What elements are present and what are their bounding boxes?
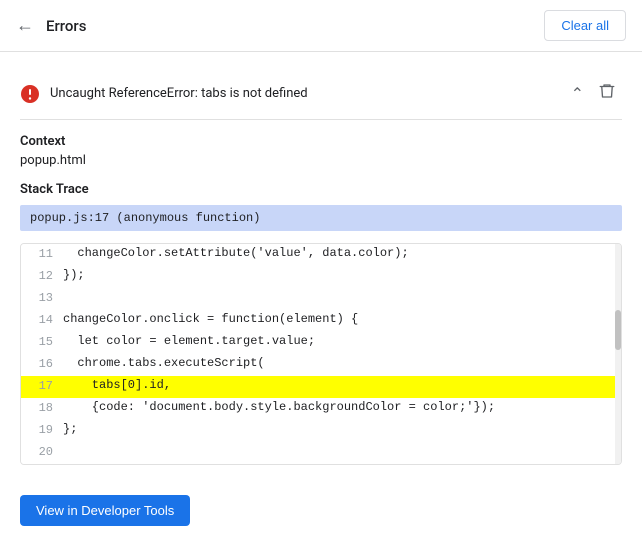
- error-item: Uncaught ReferenceError: tabs is not def…: [20, 68, 622, 120]
- stack-trace-section: Stack Trace popup.js:17 (anonymous funct…: [20, 182, 622, 231]
- line-number: 13: [29, 290, 53, 305]
- code-line: 18 {code: 'document.body.style.backgroun…: [21, 398, 621, 420]
- line-number: 14: [29, 312, 53, 327]
- delete-button[interactable]: [592, 80, 622, 107]
- line-number: 16: [29, 356, 53, 371]
- back-button[interactable]: ←: [16, 15, 34, 36]
- clear-all-button[interactable]: Clear all: [544, 10, 626, 41]
- code-line: 20: [21, 442, 621, 464]
- error-item-left: Uncaught ReferenceError: tabs is not def…: [20, 84, 571, 104]
- line-number: 20: [29, 444, 53, 459]
- context-value: popup.html: [20, 153, 622, 168]
- scrollbar[interactable]: [615, 244, 621, 464]
- content-area: Uncaught ReferenceError: tabs is not def…: [0, 52, 642, 481]
- scrollbar-thumb: [615, 310, 621, 350]
- error-item-right: ⌃: [571, 80, 622, 107]
- code-line: 17 tabs[0].id,: [21, 376, 621, 398]
- code-line: 14 changeColor.onclick = function(element…: [21, 310, 621, 332]
- line-content: changeColor.onclick = function(element) …: [63, 312, 358, 326]
- trash-icon: [598, 82, 616, 100]
- code-line: 19};: [21, 420, 621, 442]
- footer: View in Developer Tools: [0, 481, 642, 540]
- line-number: 12: [29, 268, 53, 283]
- header: ← Errors Clear all: [0, 0, 642, 52]
- error-message: Uncaught ReferenceError: tabs is not def…: [50, 86, 308, 101]
- line-content: };: [63, 422, 77, 436]
- code-lines: 11 changeColor.setAttribute('value', dat…: [21, 244, 621, 464]
- header-left: ← Errors: [16, 15, 86, 36]
- context-label: Context: [20, 134, 622, 149]
- line-content: });: [63, 268, 85, 282]
- page-title: Errors: [46, 17, 86, 35]
- code-line: 16 chrome.tabs.executeScript(: [21, 354, 621, 376]
- stack-trace-line: popup.js:17 (anonymous function): [20, 205, 622, 231]
- code-line: 15 let color = element.target.value;: [21, 332, 621, 354]
- code-line: 11 changeColor.setAttribute('value', dat…: [21, 244, 621, 266]
- context-section: Context popup.html: [20, 134, 622, 168]
- line-number: 11: [29, 246, 53, 261]
- line-number: 18: [29, 400, 53, 415]
- line-number: 17: [29, 378, 53, 393]
- line-content: changeColor.setAttribute('value', data.c…: [63, 246, 409, 260]
- collapse-button[interactable]: ⌃: [571, 84, 584, 103]
- line-number: 19: [29, 422, 53, 437]
- line-content: tabs[0].id,: [63, 378, 171, 392]
- error-icon: [20, 84, 40, 104]
- line-content: {code: 'document.body.style.backgroundCo…: [63, 400, 495, 414]
- line-number: 15: [29, 334, 53, 349]
- code-line: 13: [21, 288, 621, 310]
- view-devtools-button[interactable]: View in Developer Tools: [20, 495, 190, 526]
- line-content: let color = element.target.value;: [63, 334, 315, 348]
- stack-trace-label: Stack Trace: [20, 182, 622, 197]
- line-content: chrome.tabs.executeScript(: [63, 356, 265, 370]
- code-block: 11 changeColor.setAttribute('value', dat…: [20, 243, 622, 465]
- code-line: 12});: [21, 266, 621, 288]
